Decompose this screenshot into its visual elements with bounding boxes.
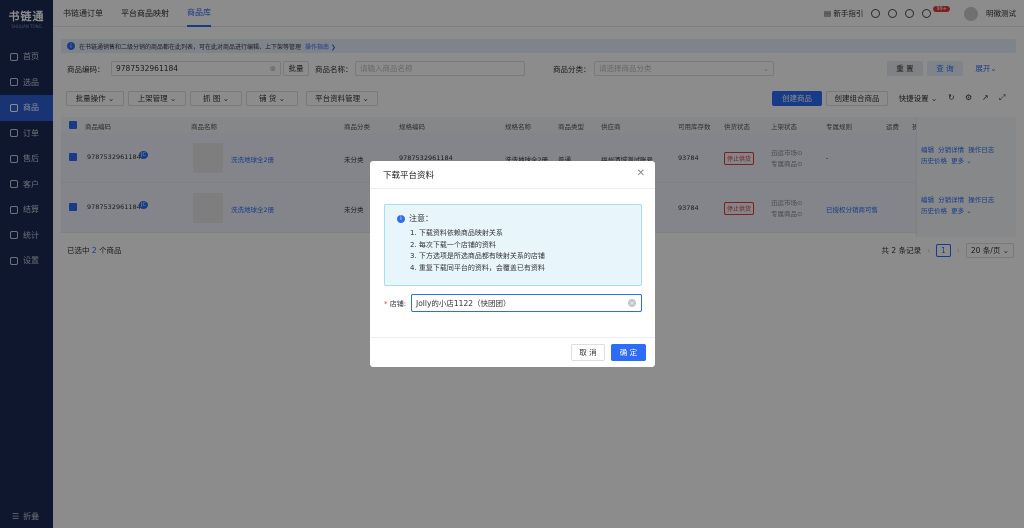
shop-value: Jolly的小店1122（快团团） bbox=[416, 298, 511, 308]
dialog-header: 下载平台资料 bbox=[370, 161, 655, 189]
notice-item: 4. 重复下载同平台的资料，会覆盖已有资料 bbox=[410, 263, 545, 272]
cancel-button[interactable]: 取 消 bbox=[571, 344, 605, 361]
info-icon: i bbox=[397, 214, 405, 223]
confirm-button[interactable]: 确 定 bbox=[611, 344, 646, 361]
notice-box: i 注意： 1. 下载资料依赖商品映射关系 2. 每次下载一个店铺的资料 3. 下… bbox=[384, 204, 642, 286]
notice-item: 2. 每次下载一个店铺的资料 bbox=[410, 240, 496, 249]
shop-field-label: * 店铺: bbox=[384, 300, 407, 308]
notice-item: 1. 下载资料依赖商品映射关系 bbox=[410, 229, 503, 237]
clear-icon[interactable]: × bbox=[628, 299, 636, 307]
shop-select[interactable]: Jolly的小店1122（快团团） × bbox=[411, 294, 642, 312]
notice-title: 注意： bbox=[409, 214, 433, 223]
shop-label-text: 店铺: bbox=[389, 300, 407, 308]
dialog-footer: 取 消 确 定 bbox=[370, 337, 655, 367]
download-platform-data-dialog: 下载平台资料 ✕ i 注意： 1. 下载资料依赖商品映射关系 2. 每次下载一个店… bbox=[370, 161, 655, 367]
dialog-title: 下载平台资料 bbox=[383, 170, 435, 181]
close-icon[interactable]: ✕ bbox=[637, 168, 645, 179]
notice-item: 3. 下方选项是所选商品都有映射关系的店铺 bbox=[410, 252, 545, 260]
